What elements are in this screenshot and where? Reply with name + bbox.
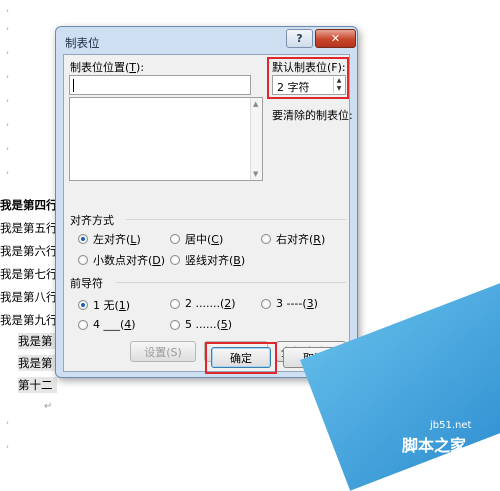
- help-button[interactable]: ?: [286, 29, 313, 48]
- document-line: 我是第: [18, 355, 57, 371]
- document-line: 第十二: [18, 377, 57, 393]
- radio-icon: [261, 234, 271, 244]
- margin-mark: ,: [6, 69, 10, 80]
- margin-mark: ,: [6, 45, 10, 56]
- set-button[interactable]: 设置(S): [130, 341, 196, 362]
- margin-mark: ,: [6, 93, 10, 104]
- highlight-box: [267, 57, 349, 99]
- leader-none-radio[interactable]: 1 无(1): [78, 297, 130, 313]
- radio-icon: [170, 255, 180, 265]
- align-left-radio[interactable]: 左对齐(L): [78, 231, 141, 247]
- radio-icon: [170, 319, 180, 330]
- radio-icon: [261, 298, 271, 309]
- radio-icon: [78, 319, 88, 330]
- clear-tabs-label: 要清除的制表位:: [272, 109, 353, 122]
- highlight-box: [205, 342, 277, 374]
- tab-stops-dialog: 制表位 ? ✕ 制表位位置(T): ▲ ▼ 默认制表位(F): 2 字符 ▲ ▼…: [55, 26, 358, 378]
- radio-icon: [170, 234, 180, 244]
- align-bar-radio[interactable]: 竖线对齐(B): [170, 252, 245, 268]
- watermark-name: 脚本之家: [402, 436, 467, 455]
- margin-mark: ,: [6, 165, 10, 176]
- tab-position-list[interactable]: ▲ ▼: [69, 97, 263, 181]
- group-divider: [126, 219, 346, 220]
- document-line: 我是第七行: [0, 267, 58, 281]
- dialog-content: 制表位位置(T): ▲ ▼ 默认制表位(F): 2 字符 ▲ ▼ 要清除的制表位…: [63, 54, 353, 372]
- margin-mark: ,: [6, 141, 10, 152]
- dialog-title: 制表位: [65, 36, 100, 50]
- scroll-up-icon[interactable]: ▲: [253, 100, 258, 108]
- align-decimal-radio[interactable]: 小数点对齐(D): [78, 252, 165, 268]
- watermark-url: jb51.net: [430, 420, 472, 431]
- tab-list-scrollbar[interactable]: ▲ ▼: [250, 98, 262, 180]
- document-line: 我是第九行: [0, 313, 58, 327]
- margin-mark: ,: [6, 3, 10, 14]
- document-line: 我是第六行: [0, 244, 58, 258]
- document-line: 我是第八行: [0, 290, 58, 304]
- tab-position-label: 制表位位置(T):: [70, 61, 145, 74]
- radio-icon: [78, 234, 88, 244]
- margin-mark: ,: [6, 415, 10, 426]
- leader-dots-radio[interactable]: 2 .......(2): [170, 297, 236, 310]
- leader-group-title: 前导符: [70, 277, 103, 290]
- align-center-radio[interactable]: 居中(C): [170, 231, 223, 247]
- alignment-group-title: 对齐方式: [70, 214, 114, 227]
- text-caret: [73, 79, 74, 92]
- align-right-radio[interactable]: 右对齐(R): [261, 231, 325, 247]
- radio-icon: [170, 298, 180, 309]
- document-line: 我是第四行: [0, 198, 58, 212]
- document-line: 我是第五行: [0, 221, 58, 235]
- leader-underline-radio[interactable]: 4 ___(4): [78, 318, 136, 331]
- margin-mark: ,: [6, 439, 10, 450]
- group-divider: [116, 282, 346, 283]
- margin-mark: ,: [6, 21, 10, 32]
- paragraph-return-mark: ↵: [44, 401, 53, 412]
- leader-dashes-radio[interactable]: 3 ----(3): [261, 297, 318, 310]
- document-line: 我是第: [18, 333, 57, 349]
- close-button[interactable]: ✕: [315, 29, 356, 48]
- scroll-down-icon[interactable]: ▼: [253, 170, 258, 178]
- tab-position-input[interactable]: [69, 75, 251, 95]
- leader-middle-dots-radio[interactable]: 5 ......(5): [170, 318, 232, 331]
- radio-icon: [78, 300, 88, 310]
- radio-icon: [78, 255, 88, 265]
- margin-mark: ,: [6, 117, 10, 128]
